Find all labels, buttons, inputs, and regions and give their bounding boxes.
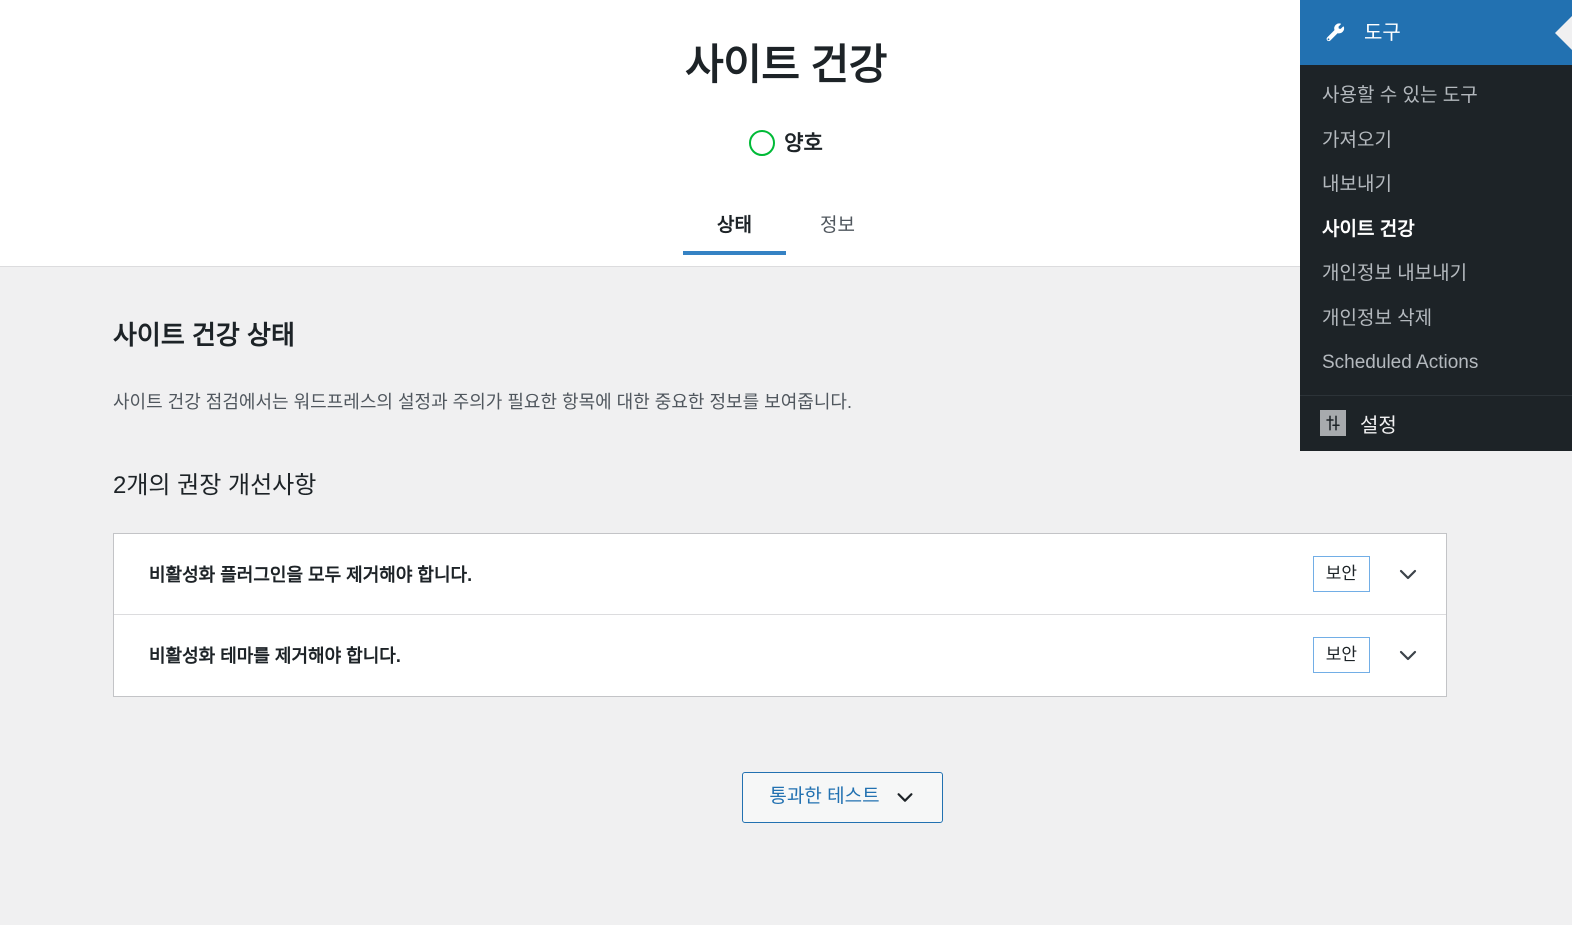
status-badge: 보안 xyxy=(1312,555,1370,592)
submenu-pointer-arrow xyxy=(1555,15,1572,50)
chevron-down-icon xyxy=(894,786,916,808)
passed-tests-label: 통과한 테스트 xyxy=(769,785,880,807)
issues-heading: 2개의 권장 개선사항 xyxy=(113,471,317,499)
status-label: 양호 xyxy=(784,131,823,155)
issue-row[interactable]: 비활성화 테마를 제거해야 합니다. 보안 xyxy=(114,614,1446,696)
settings-label: 설정 xyxy=(1360,414,1397,437)
submenu-item-scheduled-actions[interactable]: Scheduled Actions xyxy=(1300,341,1572,386)
status-badge: 보안 xyxy=(1312,637,1370,674)
submenu-item-export-personal-data[interactable]: 개인정보 내보내기 xyxy=(1300,252,1572,297)
page-title: 사이트 건강 xyxy=(685,41,887,88)
submenu-header-tools[interactable]: 도구 xyxy=(1300,0,1572,65)
site-health-status: 양호 xyxy=(749,130,823,157)
tab-status[interactable]: 상태 xyxy=(683,192,786,256)
chevron-down-icon[interactable] xyxy=(1388,554,1428,594)
issue-row[interactable]: 비활성화 플러그인을 모두 제거해야 합니다. 보안 xyxy=(114,533,1446,615)
menu-item-settings[interactable]: 설정 xyxy=(1300,394,1572,451)
submenu-item-import[interactable]: 가져오기 xyxy=(1300,119,1572,164)
submenu-item-erase-personal-data[interactable]: 개인정보 삭제 xyxy=(1300,297,1572,342)
issue-title: 비활성화 테마를 제거해야 합니다. xyxy=(149,646,401,667)
passed-tests-wrapper: 통과한 테스트 xyxy=(113,771,1572,823)
submenu-items: 사용할 수 있는 도구 가져오기 내보내기 사이트 건강 개인정보 내보내기 개… xyxy=(1300,65,1572,395)
issues-accordion: 비활성화 플러그인을 모두 제거해야 합니다. 보안 비활성화 테마를 제거해야… xyxy=(113,532,1447,697)
admin-tools-submenu: 도구 사용할 수 있는 도구 가져오기 내보내기 사이트 건강 개인정보 내보내… xyxy=(1300,0,1572,451)
issue-title: 비활성화 플러그인을 모두 제거해야 합니다. xyxy=(149,564,473,585)
sliders-icon xyxy=(1320,410,1346,436)
passed-tests-button[interactable]: 통과한 테스트 xyxy=(742,771,943,823)
chevron-down-icon[interactable] xyxy=(1388,635,1428,675)
wrench-icon xyxy=(1322,20,1348,46)
submenu-item-site-health[interactable]: 사이트 건강 xyxy=(1300,208,1572,253)
submenu-header-label: 도구 xyxy=(1364,21,1401,44)
tab-info[interactable]: 정보 xyxy=(786,192,889,255)
site-health-tabs: 상태 정보 xyxy=(683,192,889,256)
status-ring-icon xyxy=(749,130,776,157)
submenu-item-available-tools[interactable]: 사용할 수 있는 도구 xyxy=(1300,74,1572,119)
submenu-item-export[interactable]: 내보내기 xyxy=(1300,163,1572,208)
